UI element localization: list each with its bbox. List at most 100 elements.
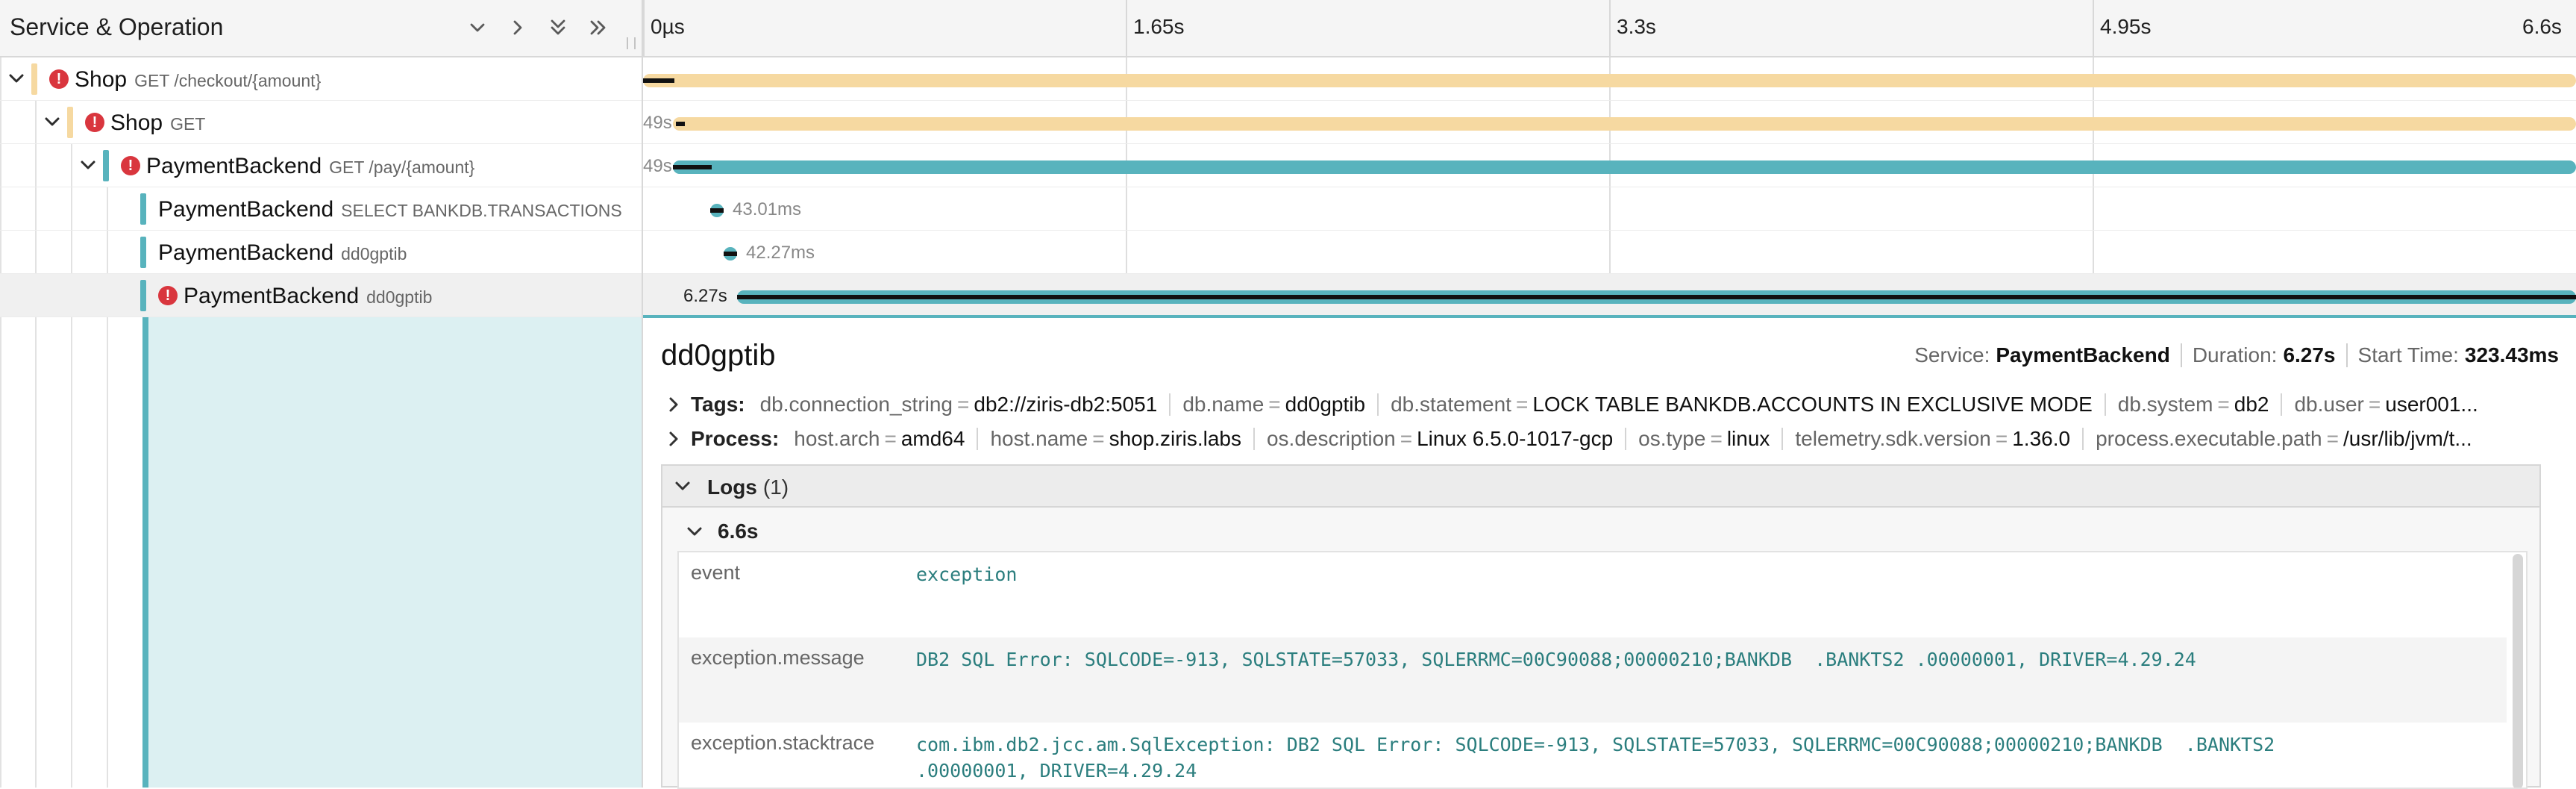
operation-name: SELECT BANKDB.TRANSACTIONS bbox=[341, 201, 622, 220]
service-meta-value: PaymentBackend bbox=[1996, 343, 2170, 367]
detail-accent-line bbox=[643, 315, 2576, 318]
chevron-right-icon bbox=[513, 20, 522, 35]
service-color-bar bbox=[140, 193, 146, 225]
operation-name: dd0gptib bbox=[341, 244, 407, 263]
operation-name: GET bbox=[170, 114, 206, 134]
chevron-right-icon[interactable] bbox=[664, 429, 683, 449]
span-name: PaymentBackend SELECT BANKDB.TRANSACTIONS bbox=[158, 197, 622, 222]
double-chevron-down-icon bbox=[551, 19, 565, 35]
log-field-key: event bbox=[691, 561, 741, 584]
span-name: PaymentBackend dd0gptib bbox=[184, 284, 432, 309]
log-field-row: event exception bbox=[679, 552, 2507, 637]
tick-label: 3.3s bbox=[1609, 0, 1656, 57]
logs-header[interactable]: Logs (1) bbox=[662, 466, 2539, 508]
chevron-down-icon[interactable] bbox=[685, 522, 704, 541]
start-meta-value: 323.43ms bbox=[2464, 343, 2559, 367]
critical-path bbox=[724, 252, 737, 256]
log-field-value: exception bbox=[916, 564, 1018, 585]
tag-item: db.name = dd0gptib bbox=[1182, 393, 1391, 417]
service-color-bar bbox=[140, 237, 146, 268]
detail-title: dd0gptib bbox=[661, 339, 776, 372]
service-name: PaymentBackend bbox=[158, 197, 334, 222]
collapse-all-button[interactable] bbox=[582, 13, 615, 43]
process-row[interactable]: Process: host.arch = amd64 host.name = shop.… bbox=[664, 422, 2551, 455]
critical-path bbox=[737, 295, 2576, 299]
process-label: Process: bbox=[691, 427, 780, 450]
error-icon: ! bbox=[49, 69, 69, 89]
tags-row[interactable]: Tags: db.connection_string = db2://ziris-d… bbox=[664, 388, 2551, 421]
row-toggle[interactable] bbox=[42, 111, 63, 132]
critical-path bbox=[673, 165, 712, 169]
service-color-bar bbox=[67, 107, 73, 138]
start-meta-label: Start Time: bbox=[2357, 343, 2459, 367]
span-name: PaymentBackend GET /pay/{amount} bbox=[146, 154, 474, 179]
log-field-row: exception.message DB2 SQL Error: SQLCODE… bbox=[679, 637, 2507, 723]
critical-path bbox=[710, 208, 724, 213]
chevron-right-icon[interactable] bbox=[664, 395, 683, 414]
collapse-one-button[interactable] bbox=[501, 13, 534, 43]
pane-divider bbox=[642, 57, 643, 788]
chevron-down-icon bbox=[9, 74, 24, 83]
duration-meta-label: Duration: bbox=[2192, 343, 2278, 367]
tree-controls bbox=[461, 13, 615, 43]
duration-meta-value: 6.27s bbox=[2283, 343, 2336, 367]
span-bar[interactable] bbox=[673, 160, 2576, 174]
span-duration-label: 43.01ms bbox=[733, 199, 802, 219]
tick-label: 0µs bbox=[643, 0, 685, 57]
scrollbar[interactable] bbox=[2513, 554, 2523, 788]
tick-label: 1.65s bbox=[1126, 0, 1185, 57]
error-icon: ! bbox=[85, 113, 104, 132]
expand-all-button[interactable] bbox=[542, 13, 574, 43]
span-duration-label: 49s bbox=[643, 113, 672, 133]
chevron-down-icon bbox=[45, 117, 60, 126]
span-name: Shop GET bbox=[110, 110, 205, 136]
selected-span-indent bbox=[142, 317, 642, 788]
log-field-value: com.ibm.db2.jcc.am.SqlException: DB2 SQL… bbox=[916, 734, 2275, 788]
operation-name: GET /checkout/{amount} bbox=[134, 71, 322, 90]
tag-item: db.connection_string = db2://ziris-db2:505… bbox=[760, 393, 1183, 417]
span-row[interactable]: PaymentBackend dd0gptib 42.27ms bbox=[0, 231, 2576, 274]
span-row-selected[interactable]: ! PaymentBackend dd0gptib 6.27s bbox=[0, 274, 2576, 317]
logs-count: (1) bbox=[762, 475, 789, 499]
span-row[interactable]: PaymentBackend SELECT BANKDB.TRANSACTIONS… bbox=[0, 187, 2576, 231]
logs-title: Logs (1) bbox=[707, 475, 789, 499]
span-duration-label: 42.27ms bbox=[746, 243, 815, 263]
timeline-header: Service & Operation 0µs 1.65s 3.3s 4.95s… bbox=[0, 0, 2576, 57]
chevron-down-icon[interactable] bbox=[673, 476, 692, 496]
operation-name: dd0gptib bbox=[366, 287, 433, 307]
service-name: PaymentBackend bbox=[184, 284, 360, 308]
process-item: os.description = Linux 6.5.0-1017-gcp bbox=[1267, 427, 1638, 451]
service-name: Shop bbox=[75, 67, 128, 92]
span-row[interactable]: ! PaymentBackend GET /pay/{amount} 49s bbox=[0, 144, 2576, 187]
log-fields-table: event exception exception.message DB2 SQ… bbox=[677, 551, 2528, 789]
service-color-bar bbox=[103, 150, 109, 181]
chevron-down-icon bbox=[81, 160, 95, 169]
process-item: host.name = shop.ziris.labs bbox=[990, 427, 1267, 451]
span-name: Shop GET /checkout/{amount} bbox=[75, 67, 321, 93]
span-row[interactable]: ! Shop GET /checkout/{amount} bbox=[0, 57, 2576, 101]
span-row[interactable]: ! Shop GET 49s bbox=[0, 101, 2576, 144]
process-item: os.type = linux bbox=[1638, 427, 1795, 451]
service-meta-label: Service: bbox=[1914, 343, 1990, 367]
column-resizer-handle[interactable] bbox=[627, 37, 636, 49]
tags-label: Tags: bbox=[691, 393, 745, 416]
critical-path bbox=[643, 78, 674, 83]
row-toggle[interactable] bbox=[78, 155, 98, 175]
row-toggle[interactable] bbox=[6, 68, 27, 89]
operation-name: GET /pay/{amount} bbox=[329, 158, 475, 177]
tick-label: 4.95s bbox=[2093, 0, 2152, 57]
error-icon: ! bbox=[158, 286, 178, 305]
double-chevron-right-icon bbox=[590, 20, 606, 35]
span-bar[interactable] bbox=[673, 117, 2576, 131]
log-entry-header[interactable]: 6.6s bbox=[685, 520, 759, 543]
log-field-row: exception.stacktrace com.ibm.db2.jcc.am.… bbox=[679, 723, 2507, 788]
span-duration-label: 6.27s bbox=[683, 286, 727, 306]
log-field-value: DB2 SQL Error: SQLCODE=-913, SQLSTATE=57… bbox=[916, 649, 2196, 670]
span-bar[interactable] bbox=[643, 74, 2576, 87]
error-icon: ! bbox=[121, 156, 140, 175]
span-meta: Service: PaymentBackend Duration: 6.27s St… bbox=[1914, 343, 2559, 367]
process-item: telemetry.sdk.version = 1.36.0 bbox=[1795, 427, 2096, 451]
expand-one-button[interactable] bbox=[461, 13, 494, 43]
span-name: PaymentBackend dd0gptib bbox=[158, 240, 407, 266]
log-field-key: exception.message bbox=[691, 646, 865, 669]
